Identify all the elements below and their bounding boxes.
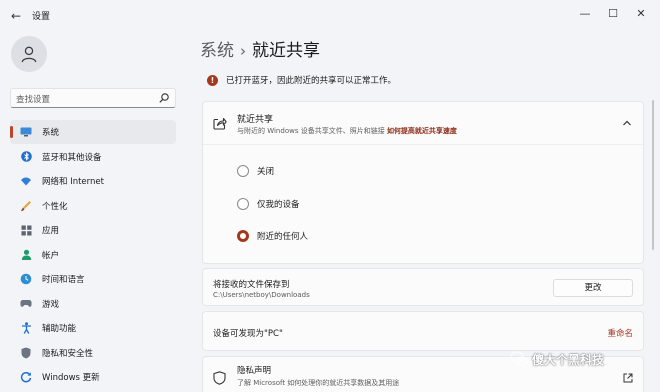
radio-button[interactable] bbox=[237, 198, 249, 210]
monitor-icon bbox=[20, 126, 32, 138]
search-icon bbox=[159, 93, 169, 103]
discoverable-label: 设备可发现为"PC" bbox=[213, 329, 283, 339]
back-arrow-icon[interactable]: ← bbox=[8, 8, 24, 24]
page-title: 就近共享 bbox=[252, 41, 320, 61]
sidebar-nav: 系统 蓝牙和其他设备 网络和 Internet 个性化 应用 帐户 时间和语言 … bbox=[10, 120, 176, 390]
title-bar: ← 设置 — ☐ ✕ bbox=[0, 0, 660, 32]
save-location-title: 将接收的文件保存到 bbox=[213, 280, 290, 290]
user-icon bbox=[21, 46, 37, 63]
sidebar-item-apps[interactable]: 应用 bbox=[10, 218, 176, 242]
sidebar-item-accounts[interactable]: 帐户 bbox=[10, 243, 176, 267]
apps-icon bbox=[20, 224, 32, 236]
radio-option-everyone-nearby[interactable]: 附近的任何人 bbox=[237, 230, 308, 242]
save-location-path: C:\Users\netboy\Downloads bbox=[213, 291, 310, 299]
sidebar-item-label: 个性化 bbox=[42, 201, 68, 212]
nearby-sharing-header[interactable]: 就近共享 与附近的 Windows 设备共享文件、照片和链接 如何提高就近共享速… bbox=[203, 102, 643, 145]
sidebar-item-label: 游戏 bbox=[42, 299, 60, 310]
account-icon bbox=[20, 249, 32, 261]
minimize-button[interactable]: — bbox=[575, 6, 595, 22]
gamepad-icon bbox=[20, 298, 32, 310]
breadcrumb-parent[interactable]: 系统 bbox=[200, 41, 234, 61]
nearby-sharing-description: 与附近的 Windows 设备共享文件、照片和链接 如何提高就近共享速度 bbox=[237, 126, 457, 136]
watermark: 傻大个黑科技 bbox=[510, 350, 604, 368]
app-title: 设置 bbox=[32, 12, 51, 22]
sidebar-item-personalization[interactable]: 个性化 bbox=[10, 194, 176, 218]
sidebar-item-time-language[interactable]: 时间和语言 bbox=[10, 267, 176, 291]
radio-label: 附近的任何人 bbox=[257, 232, 309, 242]
sidebar-item-label: 应用 bbox=[42, 226, 60, 236]
radio-button[interactable] bbox=[237, 165, 249, 177]
sidebar-item-label: Windows 更新 bbox=[42, 373, 100, 383]
sidebar-item-label: 系统 bbox=[42, 128, 60, 138]
breadcrumb-separator: › bbox=[240, 42, 246, 60]
close-button[interactable]: ✕ bbox=[631, 6, 651, 22]
search-input[interactable]: 查找设置 bbox=[10, 88, 176, 108]
sidebar-item-label: 时间和语言 bbox=[42, 275, 85, 285]
accessibility-icon bbox=[20, 322, 32, 334]
sidebar-item-privacy[interactable]: 隐私和安全性 bbox=[10, 341, 176, 365]
info-icon: ! bbox=[207, 74, 218, 86]
settings-window: ← 设置 — ☐ ✕ 查找设置 系统 蓝牙和其他设备 网络和 Internet … bbox=[0, 0, 660, 392]
search-placeholder: 查找设置 bbox=[16, 95, 51, 105]
nearby-sharing-subtitle: 与附近的 Windows 设备共享文件、照片和链接 bbox=[237, 127, 385, 135]
change-button[interactable]: 更改 bbox=[553, 279, 633, 297]
sidebar-item-windows-update[interactable]: Windows 更新 bbox=[10, 365, 176, 389]
nearby-sharing-card: 就近共享 与附近的 Windows 设备共享文件、照片和链接 如何提高就近共享速… bbox=[202, 101, 644, 264]
wifi-icon bbox=[20, 175, 32, 187]
brush-icon bbox=[20, 200, 32, 212]
shield-icon bbox=[20, 347, 32, 359]
radio-option-off[interactable]: 关闭 bbox=[237, 165, 274, 177]
watermark-text: 傻大个黑科技 bbox=[532, 352, 605, 367]
sidebar-item-gaming[interactable]: 游戏 bbox=[10, 292, 176, 316]
radio-option-my-devices[interactable]: 仅我的设备 bbox=[237, 198, 300, 210]
sidebar-item-system[interactable]: 系统 bbox=[10, 120, 176, 144]
speed-help-link[interactable]: 如何提高就近共享速度 bbox=[387, 127, 457, 135]
chevron-up-icon[interactable] bbox=[621, 117, 633, 129]
breadcrumb: 系统 › 就近共享 bbox=[200, 36, 320, 61]
notice-text: 已打开蓝牙，因此附近的共享可以正常工作。 bbox=[226, 76, 397, 86]
radio-label: 关闭 bbox=[257, 167, 275, 177]
shield-icon bbox=[213, 371, 226, 385]
avatar[interactable] bbox=[11, 36, 47, 72]
sidebar-item-label: 隐私和安全性 bbox=[42, 348, 94, 359]
rename-button[interactable]: 重命名 bbox=[607, 327, 633, 339]
info-notice: ! 已打开蓝牙，因此附近的共享可以正常工作。 bbox=[207, 74, 396, 86]
radio-button-checked[interactable] bbox=[237, 230, 249, 242]
external-link-icon[interactable] bbox=[623, 373, 633, 383]
sidebar-item-label: 网络和 Internet bbox=[42, 177, 104, 187]
sidebar-item-accessibility[interactable]: 辅助功能 bbox=[10, 316, 176, 340]
update-icon bbox=[20, 371, 32, 383]
sidebar-item-bluetooth[interactable]: 蓝牙和其他设备 bbox=[10, 145, 176, 169]
discoverable-card: 设备可发现为"PC" 重命名 bbox=[202, 311, 644, 351]
bluetooth-icon bbox=[20, 151, 32, 163]
sidebar-item-network[interactable]: 网络和 Internet bbox=[10, 169, 176, 193]
share-icon bbox=[213, 117, 227, 130]
sidebar-item-label: 辅助功能 bbox=[42, 324, 77, 334]
globe-clock-icon bbox=[20, 273, 32, 285]
save-location-card: 将接收的文件保存到 C:\Users\netboy\Downloads 更改 bbox=[202, 268, 644, 306]
maximize-button[interactable]: ☐ bbox=[603, 6, 623, 22]
scrollbar[interactable] bbox=[652, 100, 654, 250]
sidebar-item-label: 蓝牙和其他设备 bbox=[42, 152, 102, 163]
privacy-statement-title: 隐私声明 bbox=[237, 366, 272, 376]
privacy-statement-description: 了解 Microsoft 如何处理你的就近共享数据及其用途 bbox=[237, 379, 400, 387]
sidebar-item-label: 帐户 bbox=[42, 250, 60, 261]
radio-label: 仅我的设备 bbox=[257, 200, 300, 210]
nearby-sharing-title: 就近共享 bbox=[237, 115, 274, 125]
wechat-logo-icon bbox=[510, 351, 528, 366]
